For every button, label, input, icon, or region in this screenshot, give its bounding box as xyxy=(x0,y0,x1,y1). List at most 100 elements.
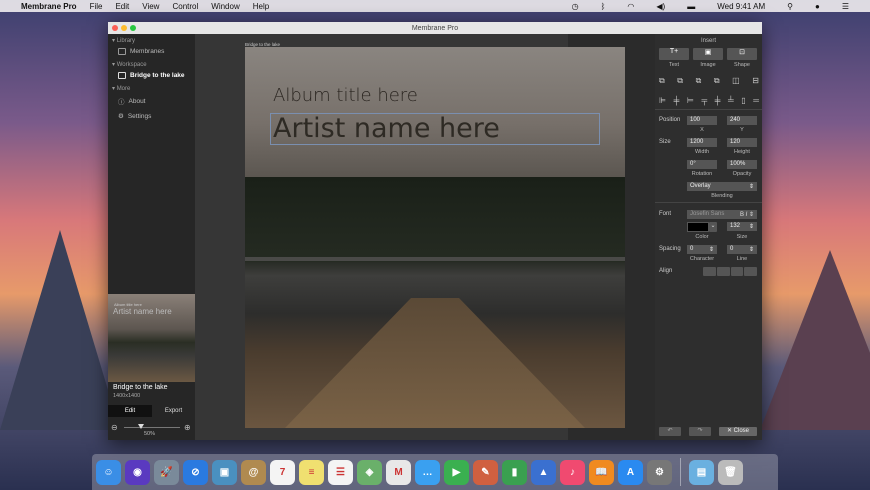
font-size-input[interactable]: 132 ⇕ xyxy=(727,222,757,231)
dock-notes-icon[interactable]: ≡ xyxy=(299,459,324,485)
dock-itunes-icon[interactable]: ♪ xyxy=(560,459,585,485)
flip-vertical-icon[interactable]: ⊟ xyxy=(752,76,759,86)
dock-siri-icon[interactable]: ◉ xyxy=(125,459,150,485)
line-spacing-input[interactable]: 0 ⇕ xyxy=(727,245,757,254)
dock: ☺ ◉ 🚀 ⊘ ▣ @7 ≡ ☰ ◈ M… ▶ ✎ ▮ ▲ ♪ 📖 A ⚙ ▤ 🗑 xyxy=(92,454,778,490)
zoom-slider[interactable] xyxy=(124,427,180,428)
opacity-input[interactable]: 100% xyxy=(727,160,757,169)
align-right-icon[interactable]: ⊨ xyxy=(687,96,694,105)
dock-keynote-icon[interactable]: ▲ xyxy=(531,459,556,485)
align-left-icon[interactable]: ⊫ xyxy=(659,96,666,105)
tab-edit[interactable]: Edit xyxy=(108,405,152,417)
dock-trash-icon[interactable]: 🗑 xyxy=(718,459,743,485)
align-center-icon[interactable]: ╪ xyxy=(674,96,680,105)
dock-numbers-icon[interactable]: ▮ xyxy=(502,459,527,485)
dock-finder-icon[interactable]: ☺ xyxy=(96,459,121,485)
text-align-left-button[interactable] xyxy=(703,267,716,276)
menu-control[interactable]: Control xyxy=(172,2,198,11)
sidebar-item-settings[interactable]: ⚙ Settings xyxy=(108,109,195,123)
dock-downloads-folder-icon[interactable]: ▤ xyxy=(689,459,714,485)
time-machine-icon[interactable]: ◷ xyxy=(572,2,579,11)
distribute-vertical-icon[interactable]: ▯ xyxy=(741,96,745,105)
dock-contacts-icon[interactable]: @ xyxy=(241,459,266,485)
dock-maps-icon[interactable]: ◈ xyxy=(357,459,382,485)
font-select[interactable]: Josefin Sans B I ⇕ xyxy=(687,210,757,219)
blending-select[interactable]: Overlay ⇕ xyxy=(687,182,757,191)
album-title-text[interactable]: Album title here xyxy=(273,85,418,106)
menu-help[interactable]: Help xyxy=(253,2,269,11)
dock-calendar-icon[interactable]: 7 xyxy=(270,459,295,485)
close-window-button[interactable] xyxy=(112,25,118,31)
align-top-icon[interactable]: ╤ xyxy=(701,96,707,105)
dock-photos-preview-icon[interactable]: ▣ xyxy=(212,459,237,485)
clock[interactable]: Wed 9:41 AM xyxy=(717,2,765,11)
text-align-center-button[interactable] xyxy=(716,267,730,276)
section-workspace[interactable]: ▾ Workspace xyxy=(108,58,195,69)
position-x-input[interactable]: 100 xyxy=(687,116,717,125)
zoom-out-icon[interactable]: ⊖ xyxy=(111,423,118,432)
text-align-right-button[interactable] xyxy=(730,267,744,276)
minimize-window-button[interactable] xyxy=(121,25,127,31)
position-y-input[interactable]: 240 xyxy=(727,116,757,125)
dock-ibooks-icon[interactable]: 📖 xyxy=(589,459,614,485)
italic-toggle[interactable]: I xyxy=(746,212,748,218)
menu-edit[interactable]: Edit xyxy=(115,2,129,11)
insert-shape-button[interactable]: ⊡ xyxy=(727,48,757,60)
send-to-back-icon[interactable]: ⧉ xyxy=(714,76,720,86)
section-library[interactable]: ▾ Library xyxy=(108,34,195,45)
siri-icon[interactable]: ● xyxy=(815,2,820,11)
align-middle-icon[interactable]: ╪ xyxy=(715,96,721,105)
bold-toggle[interactable]: B xyxy=(740,212,744,218)
send-backward-icon[interactable]: ⧉ xyxy=(677,76,683,86)
insert-text-button[interactable]: T+ xyxy=(659,48,689,60)
bring-forward-icon[interactable]: ⧉ xyxy=(659,76,665,86)
close-button[interactable]: ✕ Close xyxy=(719,427,757,436)
volume-icon[interactable]: ◀) xyxy=(656,2,665,11)
sidebar-item-about[interactable]: ⓘ About xyxy=(108,93,195,109)
bring-to-front-icon[interactable]: ⧉ xyxy=(696,76,702,86)
title-bar: Membrane Pro xyxy=(108,22,762,34)
menu-file[interactable]: File xyxy=(90,2,103,11)
distribute-horizontal-icon[interactable]: ═ xyxy=(753,96,759,105)
battery-icon[interactable]: ▬ xyxy=(687,2,695,11)
color-dropdown-icon[interactable]: ⌄ xyxy=(709,222,717,232)
dock-membrane-icon[interactable]: M xyxy=(386,459,411,485)
undo-button[interactable]: ↶ xyxy=(659,427,681,436)
flip-horizontal-icon[interactable]: ◫ xyxy=(732,76,740,86)
tab-export[interactable]: Export xyxy=(152,405,195,417)
dock-safari-icon[interactable]: ⊘ xyxy=(183,459,208,485)
height-input[interactable]: 120 xyxy=(727,138,757,147)
font-label: Font xyxy=(659,211,672,217)
artwork-image[interactable]: Album title here Artist name here xyxy=(245,47,625,428)
dock-messages-icon[interactable]: … xyxy=(415,459,440,485)
y-label: Y xyxy=(740,127,744,133)
character-spacing-input[interactable]: 0 ⇕ xyxy=(687,245,717,254)
dock-system-preferences-icon[interactable]: ⚙ xyxy=(647,459,672,485)
dock-photo-booth-icon[interactable]: ✎ xyxy=(473,459,498,485)
align-bottom-icon[interactable]: ╧ xyxy=(728,96,734,105)
color-well[interactable] xyxy=(687,222,709,232)
app-menu[interactable]: Membrane Pro xyxy=(21,2,77,11)
bluetooth-icon[interactable]: ᛒ xyxy=(601,2,606,11)
spotlight-icon[interactable]: ⚲ xyxy=(787,2,793,11)
rotation-input[interactable]: 0° xyxy=(687,160,717,169)
sidebar-item-membranes[interactable]: Membranes xyxy=(108,45,195,58)
sidebar-item-bridge-to-the-lake[interactable]: Bridge to the lake xyxy=(108,69,195,82)
dock-app-store-icon[interactable]: A xyxy=(618,459,643,485)
text-align-justify-button[interactable] xyxy=(744,267,757,276)
insert-image-button[interactable]: ▣ xyxy=(693,48,723,60)
dock-launchpad-icon[interactable]: 🚀 xyxy=(154,459,179,485)
zoom-in-icon[interactable]: ⊕ xyxy=(184,423,191,432)
wifi-icon[interactable]: ◠ xyxy=(627,2,634,11)
width-input[interactable]: 1200 xyxy=(687,138,717,147)
dock-facetime-icon[interactable]: ▶ xyxy=(444,459,469,485)
menu-view[interactable]: View xyxy=(142,2,159,11)
artist-name-text-selected[interactable]: Artist name here xyxy=(270,113,600,145)
redo-button[interactable]: ↷ xyxy=(689,427,711,436)
menu-window[interactable]: Window xyxy=(211,2,239,11)
zoom-window-button[interactable] xyxy=(130,25,136,31)
section-more[interactable]: ▾ More xyxy=(108,82,195,93)
notification-center-icon[interactable]: ☰ xyxy=(842,2,849,11)
dock-reminders-icon[interactable]: ☰ xyxy=(328,459,353,485)
zoom-slider-thumb[interactable] xyxy=(137,424,144,429)
